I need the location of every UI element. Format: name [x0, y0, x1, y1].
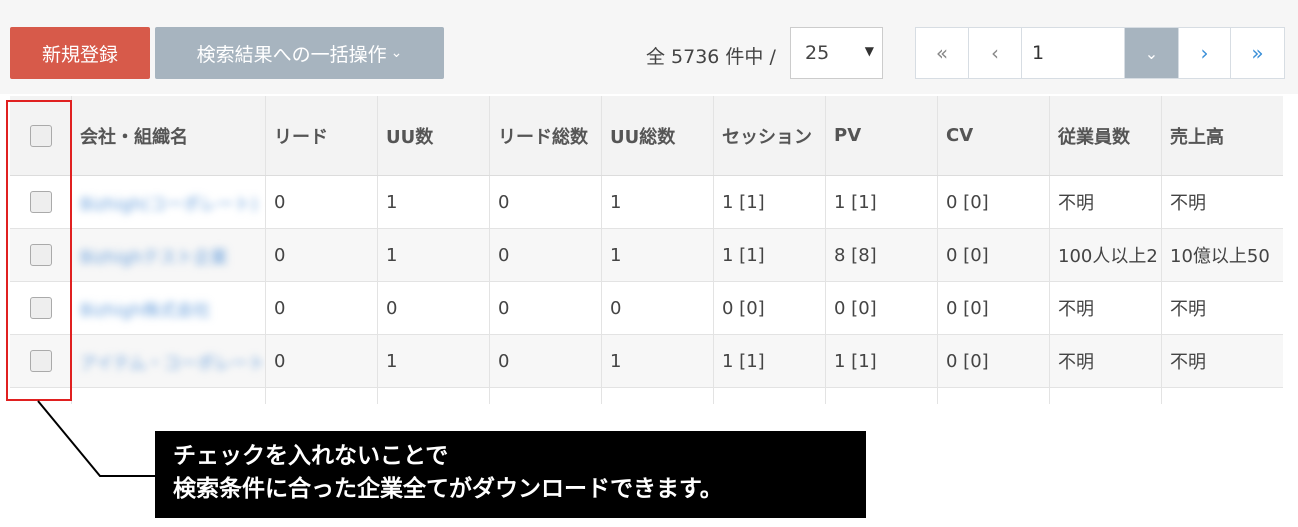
- callout-line-2: 検索条件に合った企業全てがダウンロードできます。: [173, 476, 723, 502]
- callout-line-1: チェックを入れないことで: [173, 443, 449, 469]
- annotation-callout: チェックを入れないことで 検索条件に合った企業全てがダウンロードできます。: [155, 431, 866, 518]
